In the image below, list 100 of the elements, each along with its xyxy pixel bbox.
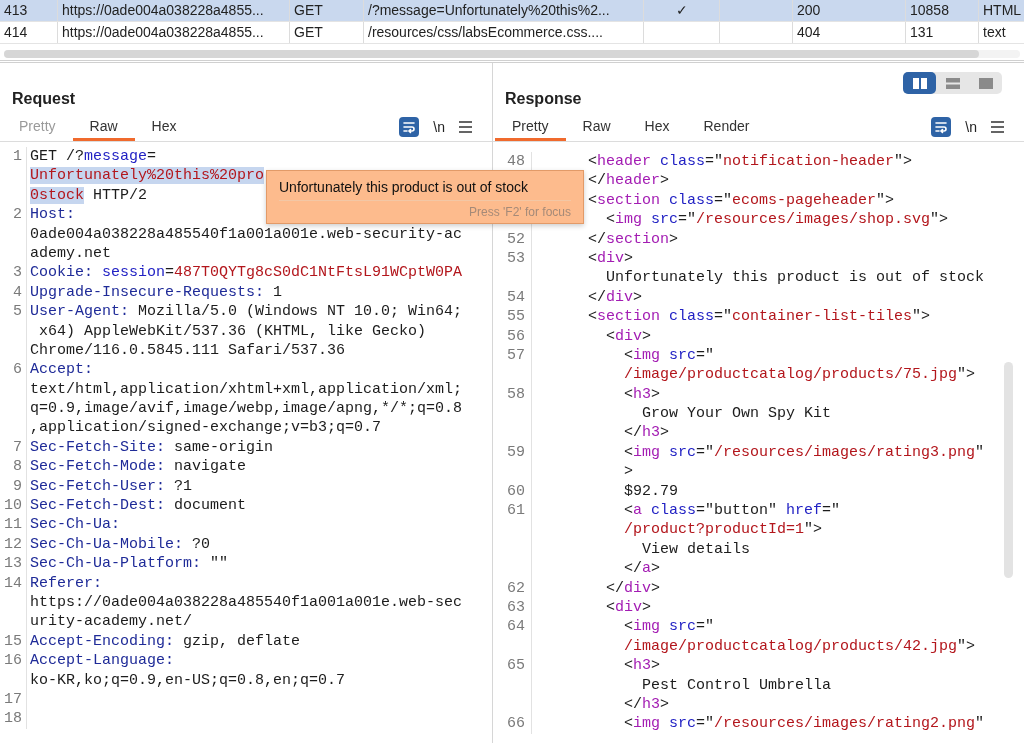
code-line: Host: xyxy=(30,205,75,225)
table-cell: 10858 xyxy=(905,0,978,21)
code-line: <div> xyxy=(588,248,634,269)
code-line: <h3> xyxy=(624,384,661,405)
code-line: Chrome/116.0.5845.111 Safari/537.36 xyxy=(30,340,346,361)
tab[interactable]: Raw xyxy=(565,113,628,141)
table-cell: 200 xyxy=(792,0,905,21)
wrap-icon[interactable] xyxy=(399,117,420,137)
table-cell: 404 xyxy=(792,22,905,43)
code-line: </section> xyxy=(588,229,679,249)
columns-icon xyxy=(912,77,927,89)
code-line: Accept-Encoding: gzip, deflate xyxy=(30,631,301,652)
code-line: q=0.9,image/avif,image/webp,image/apng,*/*;q=0.8 xyxy=(30,399,463,419)
layout-button[interactable] xyxy=(903,72,936,94)
code-line: ,application/signed-exchange;v=b3;q=0.7 xyxy=(30,418,382,438)
scrollbar-thumb[interactable] xyxy=(1004,362,1013,578)
menu-icon[interactable] xyxy=(991,121,1004,133)
code-line: Pest Control Umbrella xyxy=(642,675,832,695)
tab[interactable]: Hex xyxy=(627,113,687,141)
code-line: <img src=" xyxy=(624,345,715,366)
line-number: 1 xyxy=(13,148,22,165)
code-line: 0stock HTTP/2 xyxy=(30,185,148,206)
line-number: 6 xyxy=(13,361,22,379)
table-row[interactable]: 413 https://0ade004a038228a4855... GET /?message=Unfortunately%20this%2... ✓ 200 10858 HTML xyxy=(0,0,1024,22)
code-line: Upgrade-Insecure-Requests: 1 xyxy=(30,282,283,303)
code-line: GET /?message= xyxy=(30,147,157,167)
tab[interactable]: Render xyxy=(686,113,767,141)
line-number: 54 xyxy=(507,288,525,306)
newline-button[interactable]: \n xyxy=(965,119,977,135)
code-line: Sec-Fetch-Mode: navigate xyxy=(30,457,247,477)
line-number: 62 xyxy=(507,579,525,597)
code-line: ko-KR,ko;q=0.9,en-US;q=0.8,en;q=0.7 xyxy=(30,670,346,690)
rows-icon xyxy=(945,77,960,89)
code-line: <header class="notification-header"> xyxy=(588,152,913,172)
table-cell-text: 414 xyxy=(3,23,29,42)
code-line: <div> xyxy=(606,598,652,618)
tab[interactable]: Pretty xyxy=(495,113,566,141)
code-line: </a> xyxy=(624,559,661,579)
line-number: 63 xyxy=(507,599,525,616)
code-line: <img src="/resources/images/shop.svg"> xyxy=(606,210,949,230)
line-number: 18 xyxy=(4,710,22,728)
code-line: </div> xyxy=(588,287,643,308)
line-number: 15 xyxy=(4,632,22,650)
line-number: 53 xyxy=(507,249,525,267)
tab[interactable]: Raw xyxy=(72,113,135,141)
line-number: 16 xyxy=(4,652,22,670)
code-line: <div> xyxy=(606,326,652,346)
tab[interactable]: Hex xyxy=(134,113,194,141)
line-number: 4 xyxy=(13,283,22,301)
line-number: 2 xyxy=(13,206,22,224)
line-number: 9 xyxy=(13,477,22,495)
line-number: 65 xyxy=(507,657,525,675)
code-line: </header> xyxy=(588,171,670,191)
line-number: 3 xyxy=(13,264,22,282)
code-line: <section class="container-list-tiles"> xyxy=(588,307,931,327)
line-number: 14 xyxy=(4,574,22,592)
table-cell: GET xyxy=(289,22,363,43)
code-line: <a class="button" href=" xyxy=(624,501,841,521)
line-number: 12 xyxy=(4,535,22,553)
code-line: <img src=" xyxy=(624,617,715,637)
code-line: Sec-Ch-Ua: xyxy=(30,515,120,535)
code-line: x64) AppleWebKit/537.36 (KHTML, like Gecko) xyxy=(39,321,427,341)
code-line: ademy.net xyxy=(30,243,111,264)
code-line: </h3> xyxy=(624,423,670,443)
pane-title: Request xyxy=(12,89,76,109)
code-line: </div> xyxy=(606,578,661,598)
code-line: <h3> xyxy=(624,656,661,676)
table-row[interactable]: 414 https://0ade004a038228a4855... GET /resources/css/labsEcommerce.css.... 404 131 text xyxy=(0,22,1024,44)
table-cell-text: 413 xyxy=(3,1,29,20)
pane-title: Response xyxy=(505,89,582,109)
table-cell: HTML xyxy=(978,0,1024,21)
newline-button[interactable]: \n xyxy=(433,119,445,135)
code-line: /image/productcatalog/products/42.jpg"> xyxy=(624,636,976,657)
code-line: Sec-Ch-Ua-Mobile: ?0 xyxy=(30,534,211,555)
code-line: <img src="/resources/images/rating3.png" xyxy=(624,442,985,463)
wrap-icon[interactable] xyxy=(931,117,952,137)
menu-icon[interactable] xyxy=(459,121,472,133)
code-line: Sec-Fetch-Site: same-origin xyxy=(30,437,274,458)
code-line: text/html,application/xhtml+xml,application/xml; xyxy=(30,379,463,400)
line-number: 8 xyxy=(13,458,22,476)
code-line: <section class="ecoms-pageheader"> xyxy=(588,190,895,211)
code-line: User-Agent: Mozilla/5.0 (Windows NT 10.0; Win64; xyxy=(30,302,463,322)
code-line: Unfortunately this product is out of stock xyxy=(606,268,985,288)
table-cell: GET xyxy=(289,0,363,21)
line-number: 13 xyxy=(4,555,22,573)
line-number: 66 xyxy=(507,715,525,733)
line-number: 60 xyxy=(507,482,525,500)
line-number: 7 xyxy=(13,438,22,456)
code-line: > xyxy=(624,462,633,482)
line-number: 11 xyxy=(4,516,22,534)
code-line: 0ade004a038228a485540f1a001a001e.web-security-ac xyxy=(30,224,463,244)
line-number: 52 xyxy=(507,230,525,248)
code-line: /product?productId=1"> xyxy=(624,520,823,540)
table-cell: https://0ade004a038228a4855... xyxy=(57,0,289,21)
line-number: 10 xyxy=(4,497,22,515)
code-line: <img src="/resources/images/rating2.png" xyxy=(624,714,985,734)
code-line: Referer: xyxy=(30,573,102,593)
code-line: Grow Your Own Spy Kit xyxy=(642,404,832,424)
line-number: 57 xyxy=(507,346,525,364)
line-number: 56 xyxy=(507,327,525,345)
